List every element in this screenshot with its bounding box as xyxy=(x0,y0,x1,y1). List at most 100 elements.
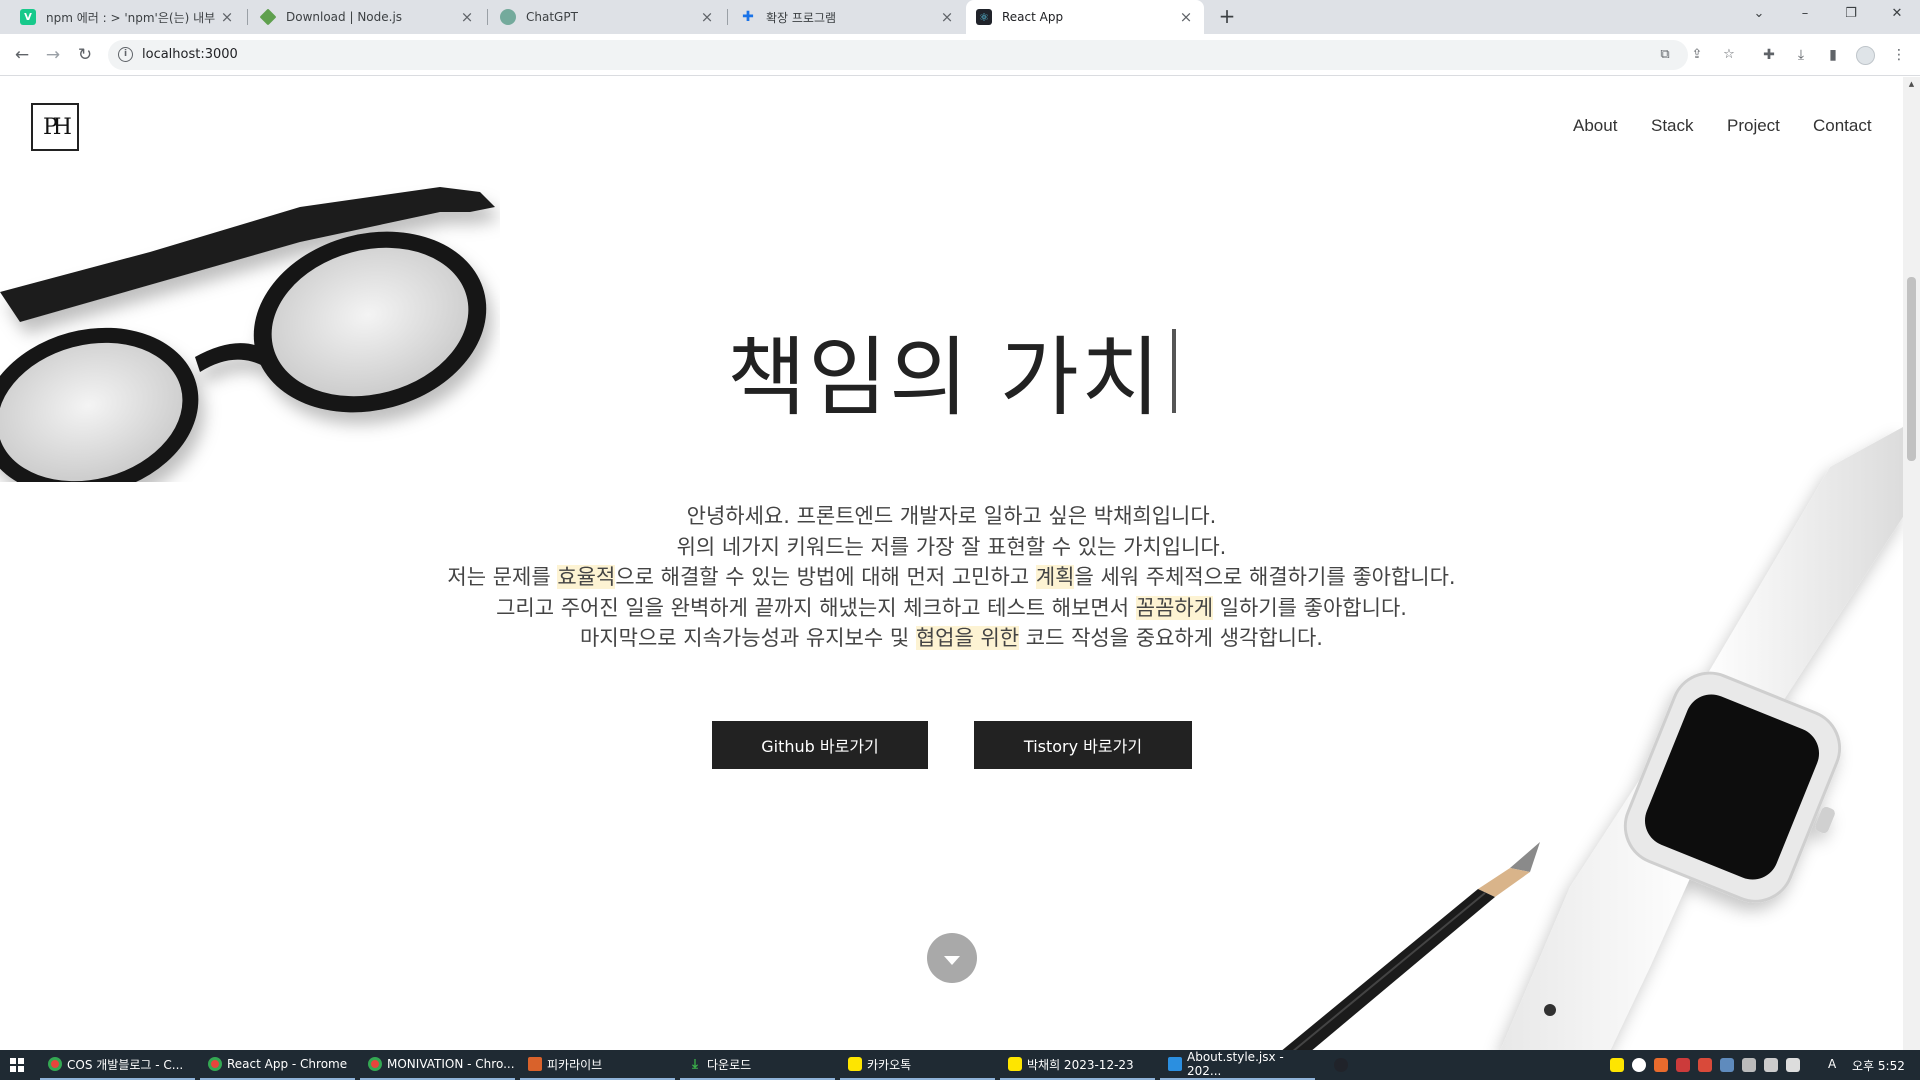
chrome-icon xyxy=(368,1057,382,1071)
tab-separator xyxy=(487,9,488,25)
restore-icon[interactable]: ❐ xyxy=(1828,0,1874,30)
url-text[interactable]: localhost:3000 xyxy=(142,47,238,62)
highlight-plan: 계획 xyxy=(1035,565,1075,589)
close-window-icon[interactable]: ✕ xyxy=(1874,0,1920,30)
picalive-icon xyxy=(528,1057,542,1071)
browser-toolbar: ← → ↻ i localhost:3000 ⧉ ⇪ ☆ ✚ ⤓ ▮ ⋮ xyxy=(0,34,1920,76)
site-info-icon[interactable]: i xyxy=(118,47,133,62)
ime-indicator[interactable]: A xyxy=(1828,1057,1836,1071)
puzzle-favicon-icon: ✚ xyxy=(742,9,754,25)
intro-line-3: 저는 문제를 효율적으로 해결할 수 있는 방법에 대해 먼저 고민하고 계획을… xyxy=(0,562,1903,593)
nav-project[interactable]: Project xyxy=(1727,116,1780,136)
taskbar-app-chrome-blog[interactable]: COS 개발블로그 - C... xyxy=(40,1050,195,1080)
tab-chatgpt[interactable]: ChatGPT × xyxy=(490,0,725,34)
taskbar-clock[interactable]: 오후 5:52 xyxy=(1852,1057,1905,1074)
taskbar-app-kakaotalk[interactable]: 카카오톡 xyxy=(840,1050,995,1080)
address-bar[interactable]: i localhost:3000 ⧉ ⇪ ☆ xyxy=(108,40,1735,70)
security-tray-icon[interactable] xyxy=(1676,1058,1690,1072)
display-tray-icon[interactable] xyxy=(1764,1058,1778,1072)
windows-start-icon[interactable] xyxy=(10,1058,24,1072)
taskbar-app-react-chrome[interactable]: React App - Chrome xyxy=(200,1050,355,1080)
tab-search-icon[interactable]: ⌄ xyxy=(1736,0,1782,30)
network-tray-icon[interactable] xyxy=(1742,1058,1756,1072)
close-icon[interactable]: × xyxy=(459,8,475,26)
back-icon[interactable]: ← xyxy=(10,43,34,67)
tab-label: 확장 프로그램 xyxy=(766,10,837,25)
vscode-icon xyxy=(1168,1057,1182,1071)
tab-extensions[interactable]: ✚ 확장 프로그램 × xyxy=(730,0,965,34)
more-menu-icon[interactable]: ⋮ xyxy=(1888,44,1910,66)
nav-about[interactable]: About xyxy=(1573,116,1617,136)
close-icon[interactable]: × xyxy=(699,8,715,26)
side-panel-icon[interactable]: ▮ xyxy=(1822,44,1844,66)
scroll-thumb[interactable] xyxy=(1907,277,1916,461)
scroll-down-button[interactable] xyxy=(927,933,977,983)
close-icon[interactable]: × xyxy=(1178,8,1194,26)
tistory-link-button[interactable]: Tistory 바로가기 xyxy=(974,721,1192,769)
shield-tray-icon[interactable] xyxy=(1698,1058,1712,1072)
logo-text: PH xyxy=(43,114,72,140)
site-logo[interactable]: PH xyxy=(31,103,79,151)
taskbar-app-label: MONIVATION - Chro... xyxy=(387,1057,515,1071)
taskbar-app-downloads[interactable]: ⤓ 다운로드 xyxy=(680,1050,835,1080)
github-link-button[interactable]: Github 바로가기 xyxy=(712,721,928,769)
tab-label: React App xyxy=(1002,10,1064,24)
tab-nodejs[interactable]: Download | Node.js × xyxy=(250,0,485,34)
taskbar-app-label: COS 개발블로그 - C... xyxy=(67,1057,184,1072)
bookmark-star-icon[interactable]: ☆ xyxy=(1719,45,1739,65)
scroll-up-arrow-icon[interactable]: ▲ xyxy=(1903,77,1920,91)
typing-caret xyxy=(1171,329,1176,413)
nav-stack[interactable]: Stack xyxy=(1651,116,1694,136)
highlight-collaboration: 협업을 위한 xyxy=(915,626,1020,650)
tab-label: ChatGPT xyxy=(526,10,578,24)
forward-icon[interactable]: → xyxy=(41,43,65,67)
caret-down-icon xyxy=(944,955,960,965)
taskbar-app-label: About.style.jsx - 202... xyxy=(1187,1050,1284,1078)
tab-label: Download | Node.js xyxy=(286,10,403,24)
intro-text-segment: 코드 작성을 중요하게 생각합니다. xyxy=(1019,626,1323,650)
intro-text-segment: 일하기를 좋아합니다. xyxy=(1213,595,1407,620)
taskbar-app-label: 카카오톡 xyxy=(867,1057,912,1072)
intro-text-segment: 저는 문제를 xyxy=(447,565,558,589)
kakaotalk-tray-icon[interactable] xyxy=(1610,1058,1624,1072)
chrome-icon xyxy=(208,1057,222,1071)
page-viewport: PH About Stack Project Contact 책임의 가치 안녕… xyxy=(0,77,1903,1051)
taskbar-app-vscode[interactable]: About.style.jsx - 202... xyxy=(1160,1050,1315,1080)
minimize-icon[interactable]: – xyxy=(1782,0,1828,30)
nav-contact[interactable]: Contact xyxy=(1813,116,1872,136)
tab-strip: V npm 에러 : > 'npm'은(는) 내부 × Download | N… xyxy=(0,0,1920,34)
tab-separator xyxy=(727,9,728,25)
intro-line-4: 그리고 주어진 일을 완벽하게 끝까지 해냈는지 체크하고 테스트 해보면서 꼼… xyxy=(0,593,1903,624)
close-icon[interactable]: × xyxy=(219,8,235,26)
new-tab-button[interactable]: + xyxy=(1215,5,1239,29)
share-icon[interactable]: ⇪ xyxy=(1687,45,1707,65)
cloud-tray-icon[interactable] xyxy=(1720,1058,1734,1072)
pencil-image xyxy=(1281,842,1540,1051)
profile-avatar[interactable] xyxy=(1856,46,1875,65)
extensions-puzzle-icon[interactable]: ✚ xyxy=(1758,44,1780,66)
download-icon[interactable]: ⤓ xyxy=(1790,44,1812,66)
google-tray-icon[interactable] xyxy=(1632,1058,1646,1072)
close-icon[interactable]: × xyxy=(939,8,955,26)
app-tray-icon[interactable] xyxy=(1654,1058,1668,1072)
intro-text-segment: 으로 해결할 수 있는 방법에 대해 먼저 고민하고 xyxy=(615,565,1036,589)
intro-line-5: 마지막으로 지속가능성과 유지보수 및 협업을 위한 코드 작성을 중요하게 생… xyxy=(0,623,1903,654)
download-folder-icon: ⤓ xyxy=(692,1056,698,1072)
intro-line-2: 위의 네가지 키워드는 저를 가장 잘 표현할 수 있는 가치입니다. xyxy=(676,534,1227,559)
taskbar-app-kakao-chat[interactable]: 박채희 2023-12-23 xyxy=(1000,1050,1155,1080)
reload-icon[interactable]: ↻ xyxy=(73,43,97,67)
hero-title-text: 책임의 가치 xyxy=(727,328,1162,428)
tab-npm-error[interactable]: V npm 에러 : > 'npm'은(는) 내부 × xyxy=(10,0,245,34)
tab-label: npm 에러 : > 'npm'은(는) 내부 xyxy=(46,10,216,25)
taskbar-app-picalive[interactable]: 피카라이브 xyxy=(520,1050,675,1080)
page-scrollbar[interactable]: ▲ xyxy=(1903,77,1920,1051)
tab-react-app[interactable]: ⚛ React App × xyxy=(966,0,1204,34)
taskbar-app-label: 피카라이브 xyxy=(547,1057,603,1072)
taskbar-app-monivation[interactable]: MONIVATION - Chro... xyxy=(360,1050,515,1080)
react-devtools-icon[interactable] xyxy=(1334,1058,1348,1072)
open-in-app-icon[interactable]: ⧉ xyxy=(1655,45,1675,65)
chrome-icon xyxy=(48,1057,62,1071)
taskbar-app-label: 박채희 2023-12-23 xyxy=(1027,1057,1134,1072)
kakaotalk-icon xyxy=(848,1057,862,1071)
volume-icon[interactable] xyxy=(1786,1058,1800,1072)
